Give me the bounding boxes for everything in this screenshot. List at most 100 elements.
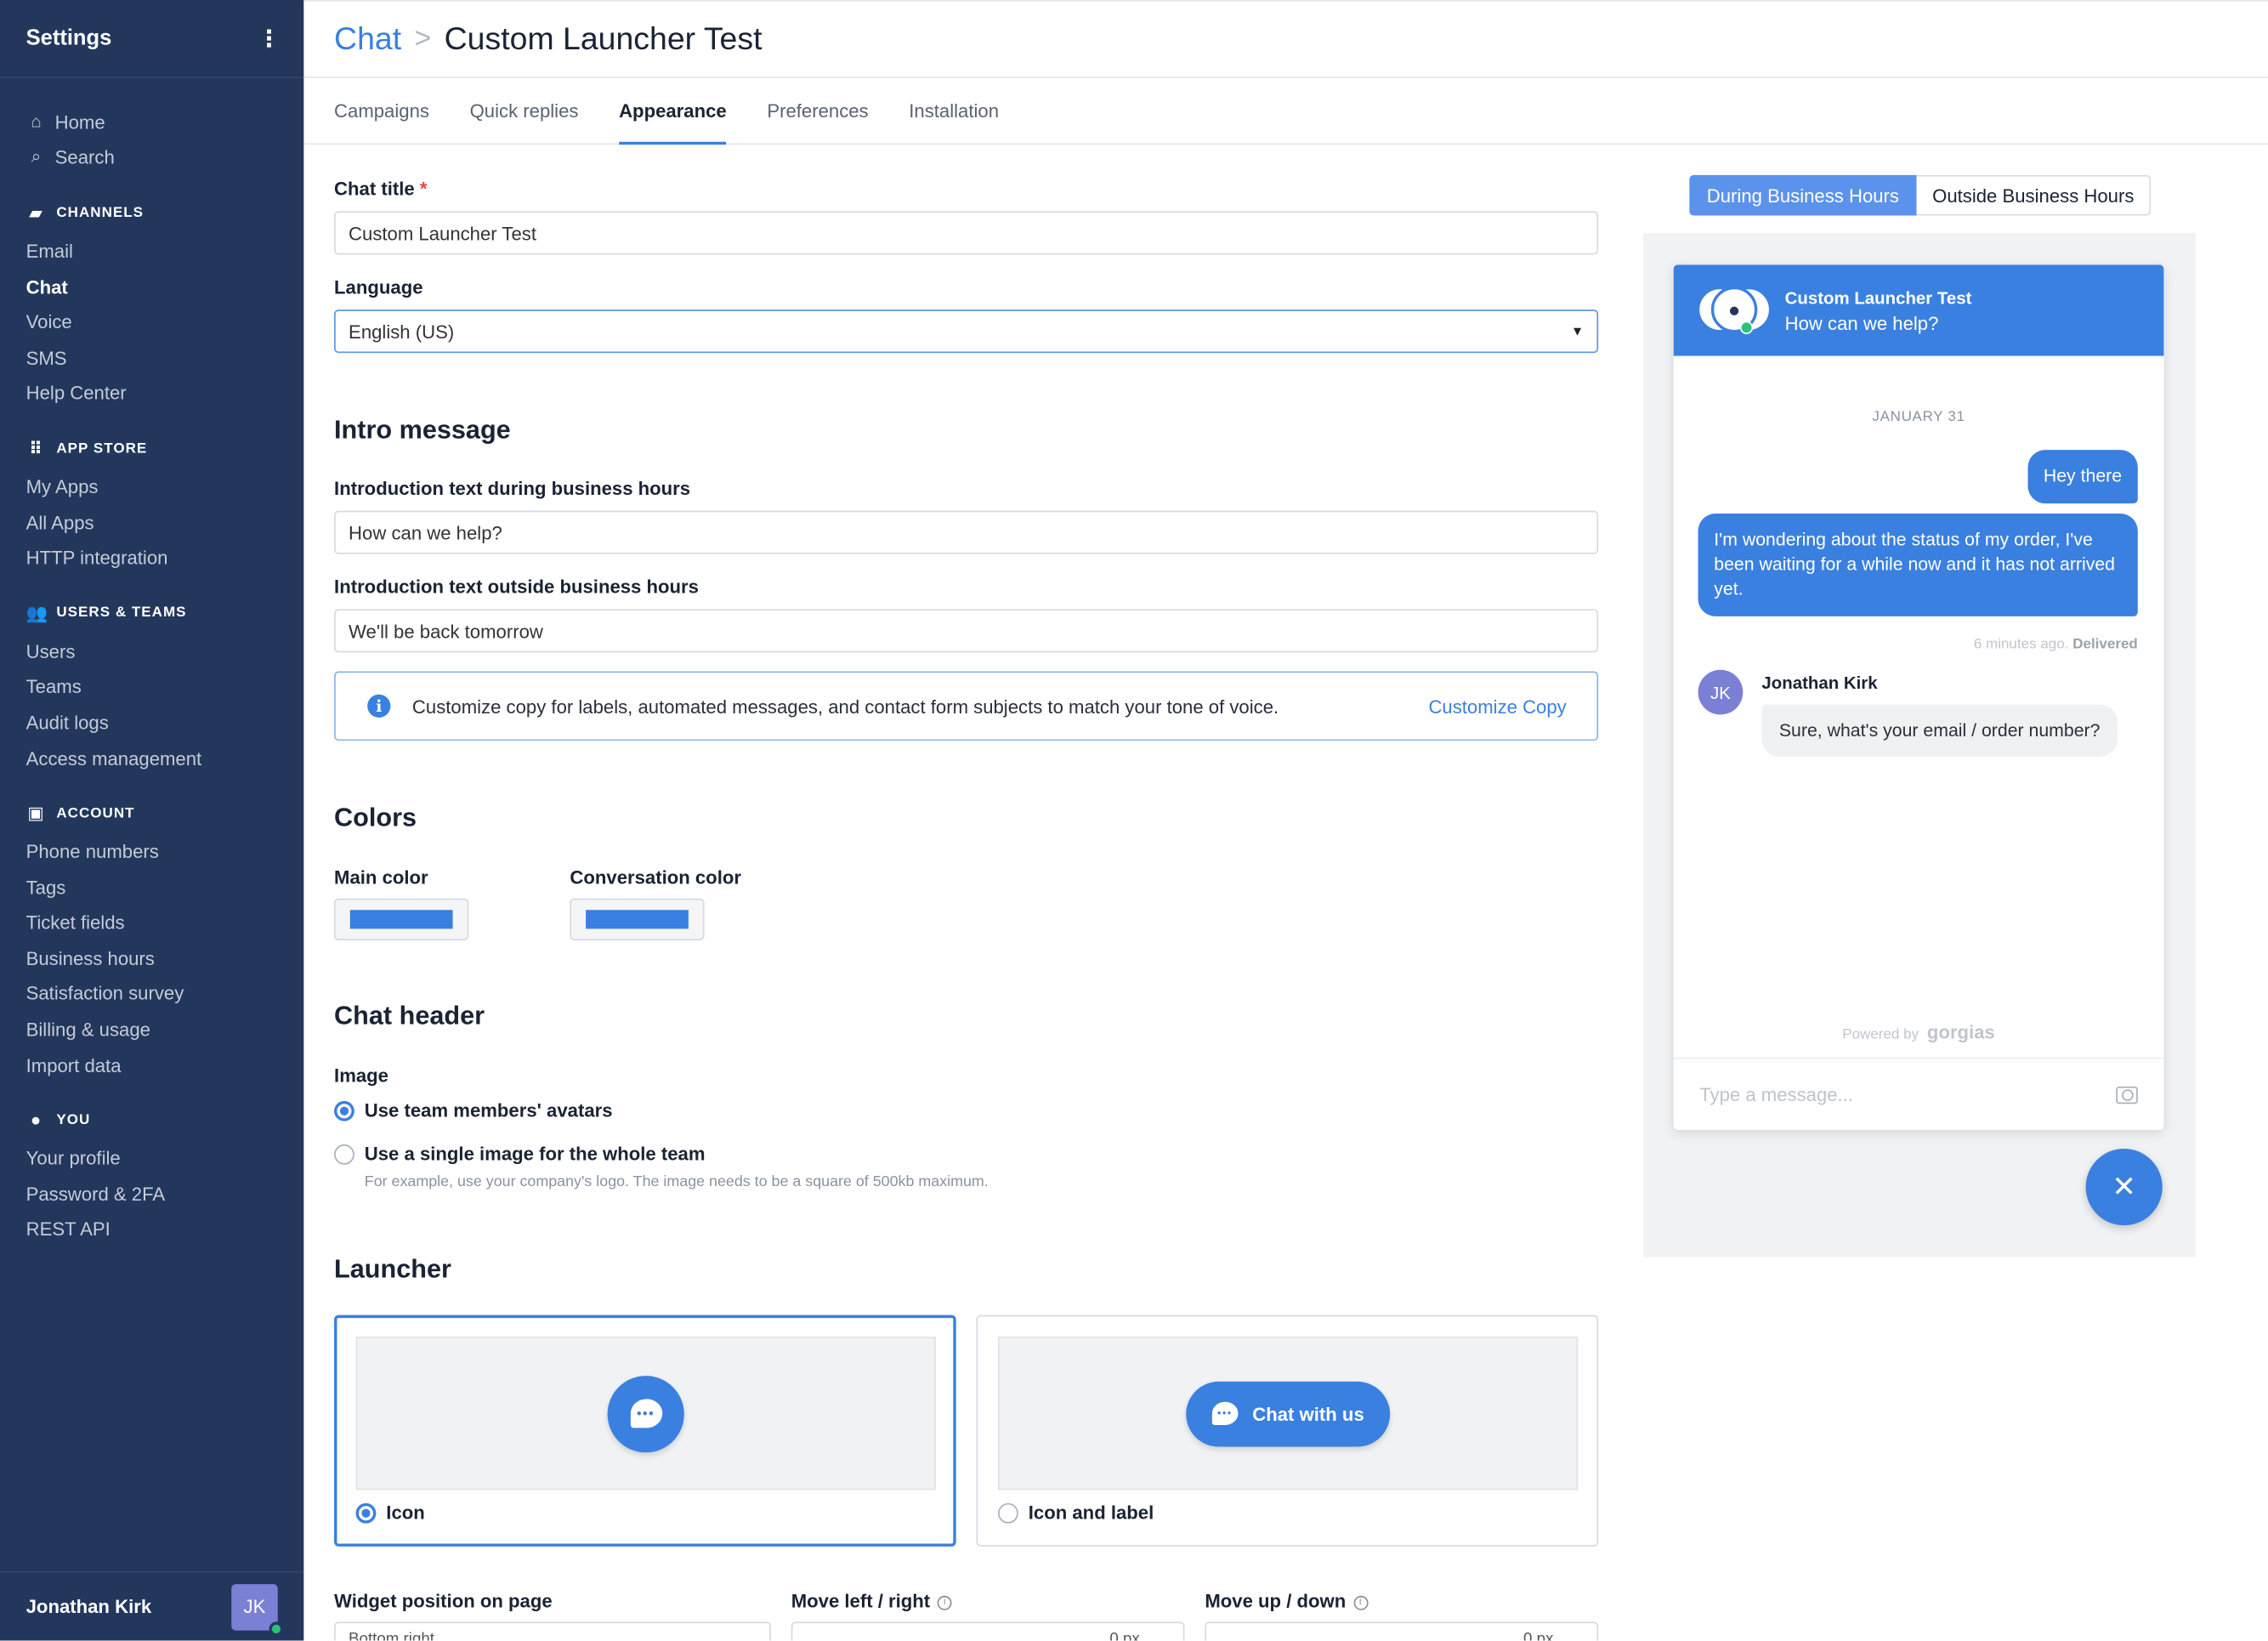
tab-preferences[interactable]: Preferences — [767, 78, 868, 144]
close-chat-button[interactable]: ✕ — [2085, 1148, 2163, 1226]
kebab-icon[interactable]: ⋮ — [258, 24, 281, 53]
customer-message: I'm wondering about the status of my ord… — [1698, 514, 2138, 616]
section-title: APP STORE — [56, 440, 148, 457]
sidebar-item-label: Billing & usage — [26, 1018, 150, 1041]
radio-label: Icon and label — [1028, 1502, 1154, 1524]
move-up-down-input[interactable]: 0 px — [1205, 1621, 1599, 1641]
radio-button[interactable] — [334, 1144, 354, 1164]
section-channels: ▰ CHANNELS — [0, 196, 303, 230]
sidebar-item-chat[interactable]: Chat — [0, 269, 303, 304]
section-title: CHANNELS — [56, 205, 145, 221]
message-placeholder: Type a message... — [1699, 1083, 1854, 1105]
radio-label: Use a single image for the whole team — [364, 1143, 706, 1165]
sidebar-item-voice[interactable]: Voice — [0, 304, 303, 340]
sidebar-item-http-integration[interactable]: HTTP integration — [0, 540, 303, 576]
tab-quick-replies[interactable]: Quick replies — [470, 78, 579, 144]
tab-campaigns[interactable]: Campaigns — [334, 78, 429, 144]
intro-during-label: Introduction text during business hours — [334, 477, 691, 500]
move-left-right-input[interactable]: 0 px — [791, 1621, 1185, 1641]
sidebar-item-help-center[interactable]: Help Center — [0, 376, 303, 412]
colors-heading: Colors — [334, 803, 417, 832]
gorgias-logo: gorgias — [1926, 1021, 1995, 1043]
sidebar-item-password-2fa[interactable]: Password & 2FA — [0, 1176, 303, 1212]
sidebar-item-billing-usage[interactable]: Billing & usage — [0, 1012, 303, 1048]
sidebar-item-label: HTTP integration — [26, 547, 168, 569]
sidebar-item-your-profile[interactable]: Your profile — [0, 1141, 303, 1177]
info-icon[interactable]: i — [937, 1595, 952, 1610]
message-input[interactable]: Type a message... — [1673, 1057, 2164, 1130]
info-icon[interactable]: i — [1352, 1595, 1368, 1610]
date-separator: JANUARY 31 — [1872, 409, 1965, 426]
tab-appearance[interactable]: Appearance — [619, 78, 728, 145]
intro-heading: Intro message — [334, 415, 511, 445]
online-status-icon — [269, 1621, 284, 1636]
sidebar-item-business-hours[interactable]: Business hours — [0, 940, 303, 976]
tab-installation[interactable]: Installation — [909, 78, 999, 144]
sidebar-item-users[interactable]: Users — [0, 633, 303, 669]
sidebar-item-phone-numbers[interactable]: Phone numbers — [0, 834, 303, 870]
input-value: We'll be back tomorrow — [349, 620, 543, 642]
radio-label: Use team members' avatars — [364, 1099, 613, 1121]
sidebar-item-ticket-fields[interactable]: Ticket fields — [0, 905, 303, 940]
sidebar-item-satisfaction-survey[interactable]: Satisfaction survey — [0, 976, 303, 1012]
intro-during-input[interactable]: How can we help? — [334, 510, 1599, 554]
chevron-down-icon: ▼ — [1570, 324, 1585, 339]
sidebar-item-email[interactable]: Email — [0, 233, 303, 269]
sidebar-item-label: Your profile — [26, 1147, 121, 1170]
radio-button-checked[interactable] — [334, 1099, 354, 1121]
radio-team-avatars[interactable]: Use team members' avatars — [334, 1099, 613, 1121]
people-icon: 👥 — [26, 603, 49, 624]
radio-single-image[interactable]: Use a single image for the whole team — [334, 1143, 706, 1165]
sidebar-item-import-data[interactable]: Import data — [0, 1048, 303, 1083]
sidebar-item-tags[interactable]: Tags — [0, 869, 303, 905]
person-icon: ● — [1710, 286, 1758, 334]
sidebar-item-sms[interactable]: SMS — [0, 340, 303, 376]
sidebar-item-label: Audit logs — [26, 712, 109, 734]
radio-launcher-icon-label[interactable]: Icon and label — [998, 1502, 1154, 1524]
radio-button[interactable] — [998, 1502, 1018, 1523]
camera-icon[interactable] — [2116, 1085, 2138, 1104]
conversation-color-picker[interactable] — [570, 898, 705, 940]
sidebar-title: Settings — [26, 26, 112, 51]
chat-header-heading: Chat header — [334, 1001, 485, 1031]
section-users-teams: 👥 USERS & TEAMS — [0, 596, 303, 631]
intro-outside-input[interactable]: We'll be back tomorrow — [334, 609, 1599, 653]
sidebar-item-rest-api[interactable]: REST API — [0, 1212, 303, 1247]
breadcrumb-chat-link[interactable]: Chat — [334, 20, 401, 58]
sidebar-user[interactable]: Jonathan Kirk JK — [0, 1570, 304, 1641]
outside-business-hours-button[interactable]: Outside Business Hours — [1916, 174, 2152, 216]
launcher-option-icon[interactable]: ••• Icon — [334, 1315, 956, 1547]
label-text: Move left / right — [791, 1589, 931, 1612]
message-time: 6 minutes ago. — [1973, 636, 2069, 653]
section-title: USERS & TEAMS — [56, 605, 187, 622]
radio-button-checked[interactable] — [355, 1502, 377, 1523]
app-root: Settings ⋮ ⌂ Home ⌕ Search ▰ CHANNELS Em… — [0, 0, 2268, 1641]
team-avatars: ● — [1696, 286, 1772, 335]
sidebar-item-access-management[interactable]: Access management — [0, 741, 303, 776]
language-select[interactable]: English (US) ▼ — [334, 309, 1599, 354]
avatar[interactable]: JK — [231, 1583, 284, 1636]
sidebar-item-label: Business hours — [26, 947, 155, 969]
main-color-picker[interactable] — [334, 898, 469, 940]
sidebar-item-search[interactable]: ⌕ Search — [0, 139, 303, 175]
chat-icon: ▰ — [29, 202, 43, 224]
launcher-option-icon-label[interactable]: ••• Chat with us Icon and label — [976, 1315, 1599, 1547]
section-title: YOU — [56, 1112, 91, 1129]
sidebar-item-label: Home — [54, 111, 105, 133]
sidebar-item-home[interactable]: ⌂ Home — [0, 105, 303, 140]
radio-launcher-icon[interactable]: Icon — [355, 1502, 425, 1524]
during-business-hours-button[interactable]: During Business Hours — [1689, 174, 1917, 216]
sidebar-item-audit-logs[interactable]: Audit logs — [0, 705, 303, 741]
banner-text: Customize copy for labels, automated mes… — [411, 695, 1279, 718]
message-status: Delivered — [2072, 636, 2138, 653]
sidebar-item-my-apps[interactable]: My Apps — [0, 469, 303, 505]
widget-position-select[interactable]: Bottom right — [334, 1621, 771, 1641]
customize-copy-link[interactable]: Customize Copy — [1428, 696, 1566, 718]
customer-message: Hey there — [2027, 450, 2138, 504]
sidebar-item-all-apps[interactable]: All Apps — [0, 504, 303, 540]
sidebar-item-label: Search — [54, 146, 115, 169]
chat-title-input[interactable]: Custom Launcher Test — [334, 211, 1599, 255]
chat-widget-header: ● Custom Launcher Test How can we help? — [1673, 264, 2164, 356]
sidebar-item-teams[interactable]: Teams — [0, 669, 303, 705]
input-value: How can we help? — [349, 521, 502, 543]
